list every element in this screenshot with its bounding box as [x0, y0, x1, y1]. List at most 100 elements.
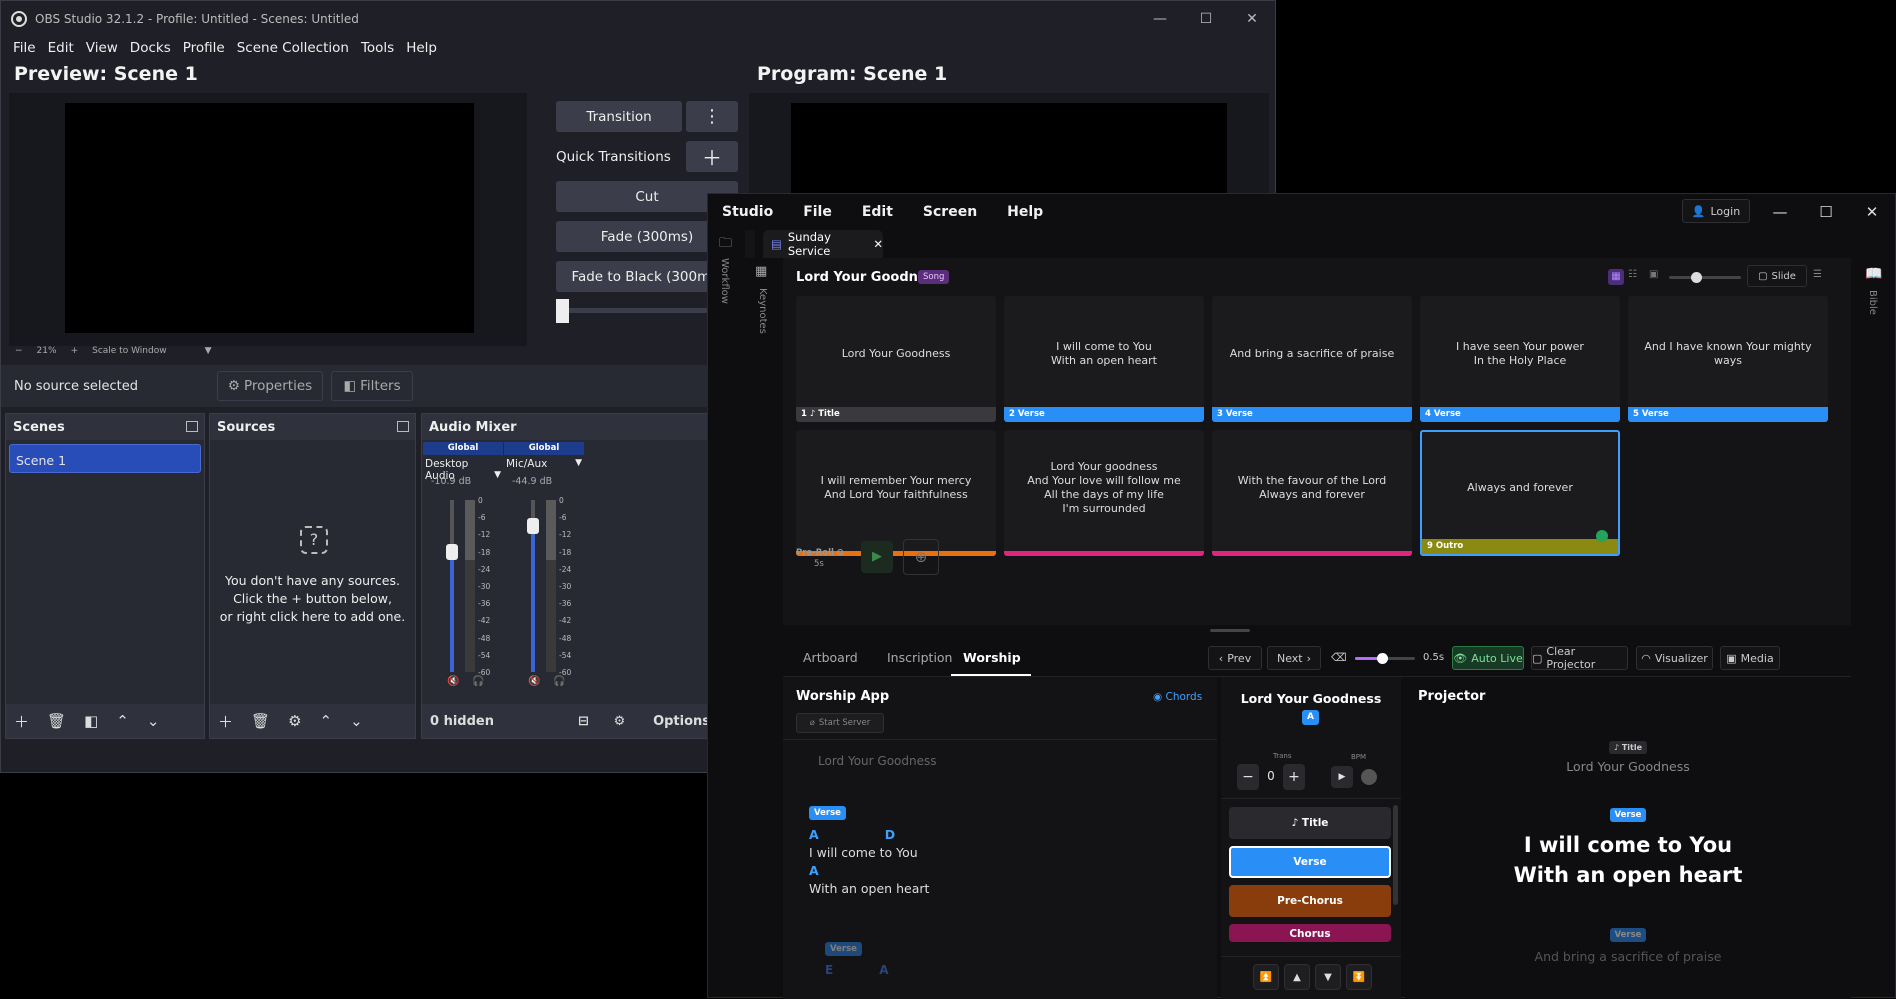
tbar-handle[interactable]	[556, 299, 569, 323]
section-item[interactable]: Chorus	[1229, 924, 1391, 942]
slide-card[interactable]: Lord Your Goodness 1 ♪ Title	[796, 296, 996, 422]
volume-thumb[interactable]	[446, 544, 458, 560]
tab-sunday-service[interactable]: ▤ Sunday Service ✕	[763, 230, 883, 258]
play-button[interactable]: ▶	[861, 541, 893, 573]
filters-button[interactable]: ◧ Filters	[331, 371, 413, 401]
menu-item-profile[interactable]: Profile	[177, 40, 231, 56]
book-icon[interactable]: 📖	[1865, 266, 1882, 282]
last-section-icon[interactable]: ⏬	[1346, 964, 1372, 990]
sidebar-bible[interactable]: Bible	[1867, 290, 1878, 315]
tab-inscription[interactable]: Inscription	[887, 650, 953, 665]
list-view-icon[interactable]: ☷	[1628, 269, 1637, 280]
slide-card[interactable]: Always and forever 9 Outro	[1420, 430, 1620, 556]
first-section-icon[interactable]: ⏫	[1253, 964, 1279, 990]
monitor-icon[interactable]: 🎧	[472, 676, 484, 687]
gear-icon[interactable]: ⚙	[288, 712, 301, 730]
monitor-icon[interactable]: 🎧	[553, 676, 565, 687]
gear-icon[interactable]: ⚙	[614, 714, 653, 729]
popout-icon[interactable]	[397, 421, 409, 432]
auto-live-button[interactable]: 👁 Auto Live	[1452, 646, 1524, 670]
zoom-out-button[interactable]: −	[15, 346, 23, 360]
scale-select[interactable]: Scale to Window	[92, 346, 166, 360]
add-preroll-button[interactable]: ⊕	[903, 539, 939, 575]
add-quick-transition-button[interactable]: ＋	[686, 141, 738, 172]
menu-item-view[interactable]: View	[80, 40, 124, 56]
add-scene-icon[interactable]: ＋	[14, 711, 29, 732]
prev-button[interactable]: ‹ Prev	[1208, 646, 1262, 670]
popout-icon[interactable]	[186, 421, 198, 432]
trash-icon[interactable]: 🗑	[251, 712, 270, 730]
chevron-down-icon[interactable]: ▼	[1315, 964, 1341, 990]
filter-icon[interactable]: ◧	[84, 712, 98, 730]
grid-view-icon[interactable]: ▦	[1608, 269, 1624, 285]
transition-slider-thumb[interactable]	[1377, 653, 1388, 664]
transpose-down-button[interactable]: −	[1237, 764, 1259, 790]
section-item[interactable]: ♪ Title	[1229, 807, 1391, 839]
metronome-play-button[interactable]: ▶	[1331, 766, 1353, 788]
slide-card[interactable]: I will remember Your mercy And Lord Your…	[796, 430, 996, 556]
tab-artboard[interactable]: Artboard	[803, 650, 858, 665]
menu-item-help[interactable]: Help	[1007, 204, 1043, 220]
chevron-down-icon[interactable]: ▼	[494, 470, 501, 480]
volume-track[interactable]	[527, 500, 539, 672]
slide-card[interactable]: Lord Your goodness And Your love will fo…	[1004, 430, 1204, 556]
menu-item-screen[interactable]: Screen	[923, 204, 977, 220]
maximize-icon[interactable]: ☐	[1183, 1, 1229, 37]
resize-bar[interactable]	[783, 625, 1851, 639]
scene-item[interactable]: Scene 1	[9, 444, 201, 473]
zoom-in-button[interactable]: +	[71, 346, 79, 360]
drag-handle[interactable]	[1210, 629, 1250, 632]
chevron-down-icon[interactable]: ▼	[205, 346, 212, 360]
slide-mode-button[interactable]: ▢ Slide	[1747, 265, 1807, 287]
slide-card[interactable]: And bring a sacrifice of praise 3 Verse	[1212, 296, 1412, 422]
chevron-down-icon[interactable]: ▼	[575, 458, 582, 468]
menu-item-edit[interactable]: Edit	[862, 204, 893, 220]
folder-icon[interactable]: 🗀	[719, 234, 732, 256]
sidebar-workflow[interactable]: Workflow	[719, 258, 730, 304]
chevron-down-icon[interactable]: ⌄	[350, 712, 363, 730]
slide-card[interactable]: I have seen Your power In the Holy Place…	[1420, 296, 1620, 422]
menu-item-docks[interactable]: Docks	[124, 40, 177, 56]
image-view-icon[interactable]: ▣	[1649, 269, 1658, 280]
transpose-up-button[interactable]: +	[1283, 764, 1305, 790]
scrollbar[interactable]	[1393, 805, 1398, 905]
mute-icon[interactable]: 🔇	[447, 676, 459, 687]
kebab-menu-icon[interactable]: ⋮	[686, 101, 738, 132]
transition-button[interactable]: Transition	[556, 101, 682, 132]
sidebar-keynotes[interactable]: Keynotes	[757, 288, 768, 334]
menu-item-scene-collection[interactable]: Scene Collection	[231, 40, 355, 56]
tab-worship[interactable]: Worship	[963, 650, 1021, 665]
chevron-up-icon[interactable]: ⌃	[116, 712, 129, 730]
menu-item-studio[interactable]: Studio	[722, 204, 773, 220]
clear-projector-button[interactable]: ▢ Clear Projector	[1531, 645, 1628, 671]
slide-card[interactable]: With the favour of the Lord Always and f…	[1212, 430, 1412, 556]
chevron-up-icon[interactable]: ▲	[1284, 964, 1310, 990]
zoom-slider[interactable]	[1669, 272, 1741, 283]
section-item[interactable]: Verse	[1229, 846, 1391, 878]
visualizer-button[interactable]: ◠ Visualizer	[1636, 646, 1713, 670]
next-button[interactable]: Next ›	[1267, 646, 1321, 670]
properties-button[interactable]: ⚙ Properties	[217, 371, 323, 401]
filter-icon[interactable]: ☰	[1813, 269, 1822, 280]
close-icon[interactable]: ✕	[1849, 194, 1895, 230]
menu-item-file[interactable]: File	[803, 204, 832, 220]
layout-icon[interactable]: ⊟	[578, 714, 614, 729]
channel-name-select[interactable]: Mic/Aux ▼	[506, 458, 582, 470]
menu-item-file[interactable]: File	[7, 40, 42, 56]
chords-toggle[interactable]: ◉ Chords	[1153, 691, 1202, 703]
menu-item-edit[interactable]: Edit	[42, 40, 80, 56]
options-button[interactable]: Options	[653, 714, 710, 729]
add-source-icon[interactable]: ＋	[218, 711, 233, 732]
zoom-slider-thumb[interactable]	[1691, 272, 1702, 283]
grid-icon[interactable]: ▦	[755, 264, 767, 279]
maximize-icon[interactable]: ☐	[1803, 194, 1849, 230]
chevron-down-icon[interactable]: ⌄	[147, 712, 160, 730]
volume-thumb[interactable]	[527, 518, 539, 534]
mute-icon[interactable]: 🔇	[528, 676, 540, 687]
slide-card[interactable]: And I have known Your mighty ways 5 Verse	[1628, 296, 1828, 422]
preview-canvas[interactable]	[65, 103, 474, 333]
transition-slider[interactable]	[1355, 653, 1415, 664]
login-button[interactable]: 👤 Login	[1682, 199, 1750, 223]
slide-card[interactable]: I will come to You With an open heart 2 V…	[1004, 296, 1204, 422]
section-item[interactable]: Pre-Chorus	[1229, 885, 1391, 917]
